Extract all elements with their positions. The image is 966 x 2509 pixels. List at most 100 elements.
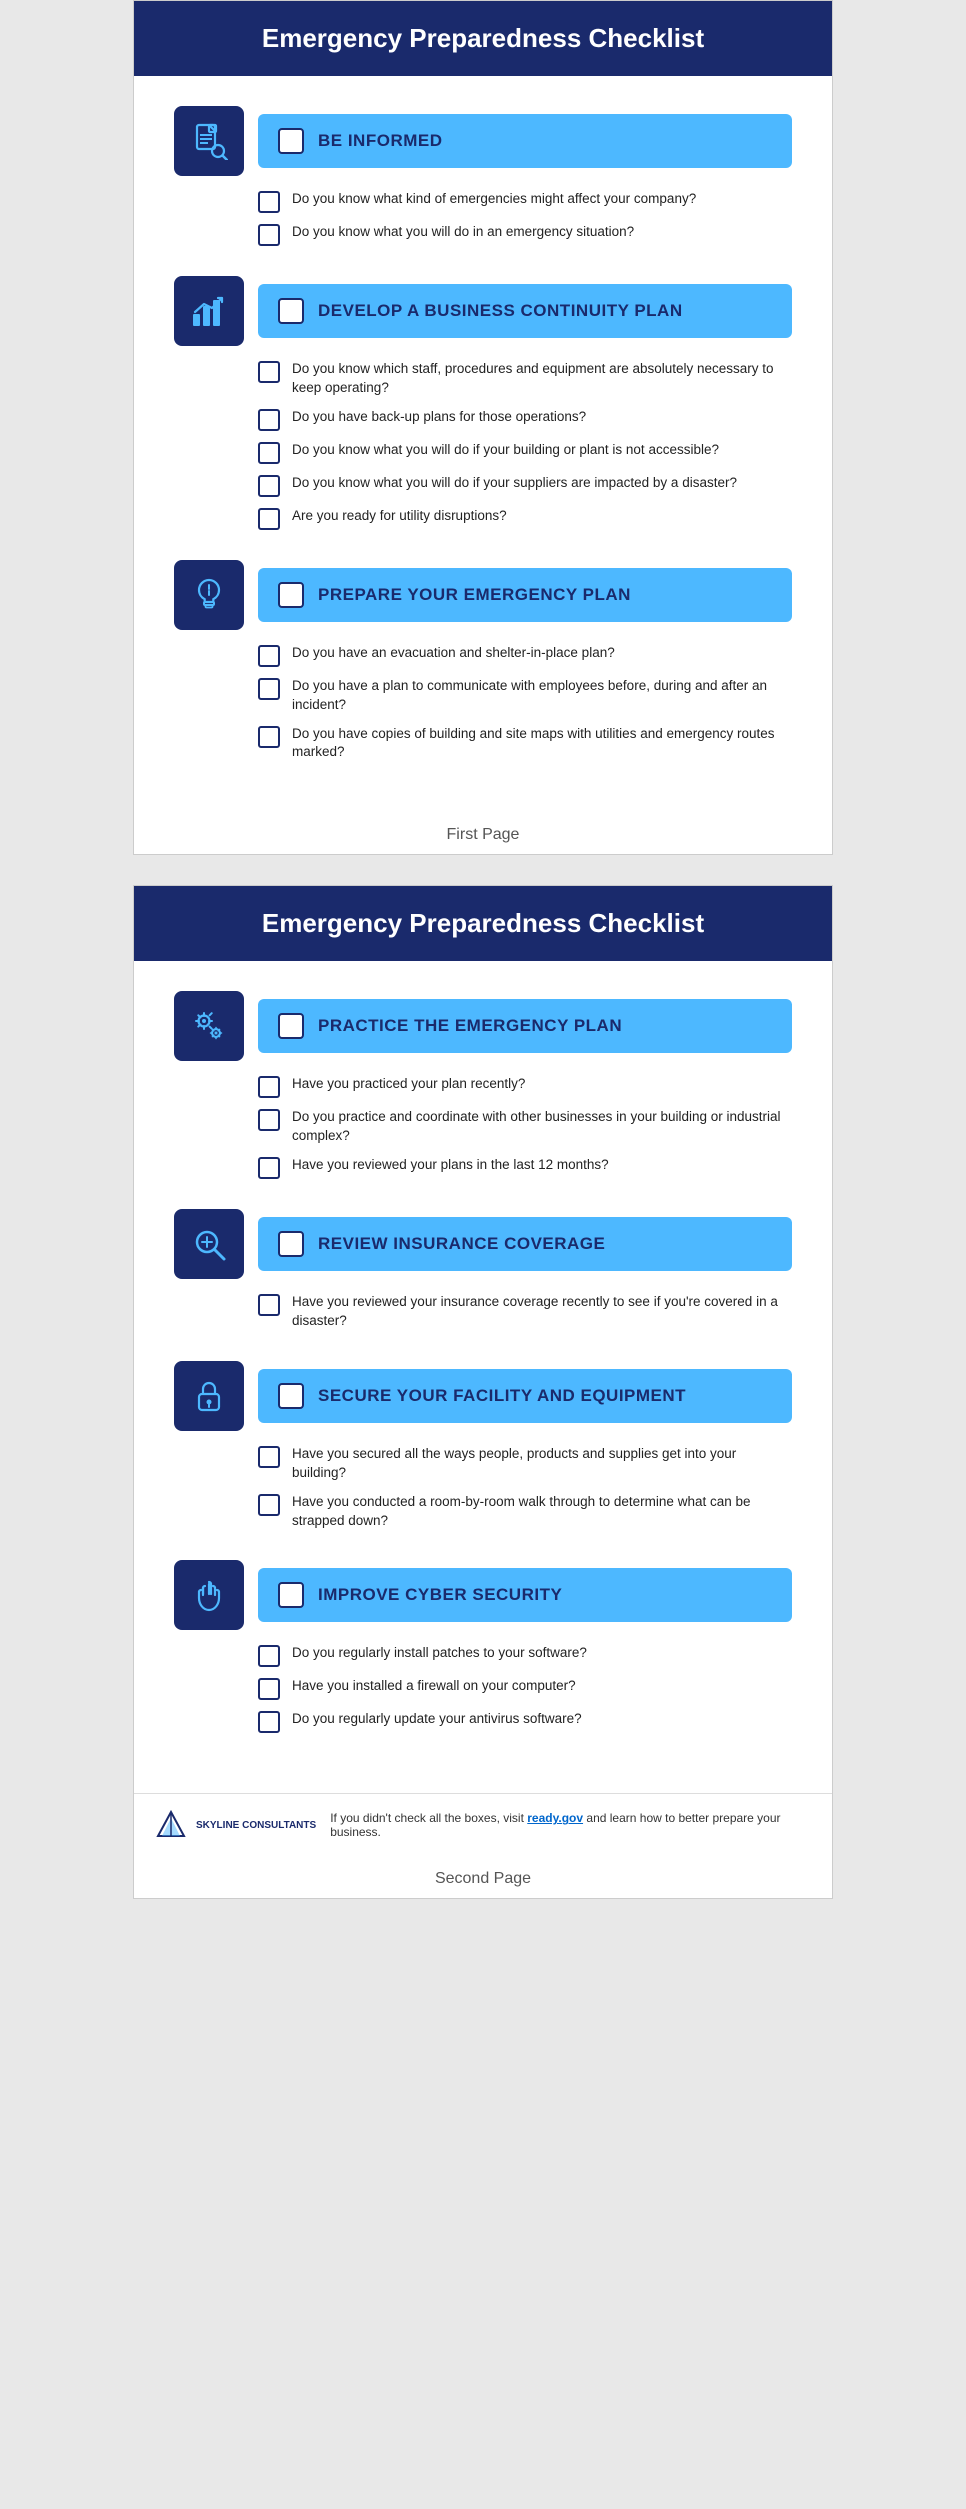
item-text: Do you regularly install patches to your…	[292, 1644, 587, 1663]
item-text: Have you reviewed your plans in the last…	[292, 1156, 609, 1175]
checklist-item: Do you have a plan to communicate with e…	[258, 677, 792, 715]
page-header: Emergency Preparedness Checklist	[134, 1, 832, 76]
footer-text: If you didn't check all the boxes, visit…	[330, 1811, 812, 1839]
page-2-header: Emergency Preparedness Checklist	[134, 886, 832, 961]
checkbox[interactable]	[258, 361, 280, 383]
title-bold: Emergency Preparedness	[262, 908, 581, 938]
footer-link[interactable]: ready.gov	[527, 1811, 583, 1825]
checkbox[interactable]	[258, 409, 280, 431]
emergency-plan-items: Do you have an evacuation and shelter-in…	[174, 644, 792, 763]
page-title: Emergency Preparedness Checklist	[164, 23, 802, 54]
facility-icon-box	[174, 1361, 244, 1431]
cyber-icon-box	[174, 1560, 244, 1630]
insurance-title: REVIEW INSURANCE COVERAGE	[318, 1234, 605, 1254]
section-facility: SECURE YOUR FACILITY AND EQUIPMENT Have …	[174, 1361, 792, 1531]
checkbox[interactable]	[258, 645, 280, 667]
item-text: Do you have back-up plans for those oper…	[292, 408, 586, 427]
footer: SKYLINE CONSULTANTS If you didn't check …	[134, 1793, 832, 1856]
item-text: Do you practice and coordinate with othe…	[292, 1108, 792, 1146]
practice-plan-title-bar: PRACTICE THE EMERGENCY PLAN	[258, 999, 792, 1053]
item-text: Do you know which staff, procedures and …	[292, 360, 792, 398]
checkbox[interactable]	[258, 1678, 280, 1700]
practice-plan-icon-box	[174, 991, 244, 1061]
be-informed-items: Do you know what kind of emergencies mig…	[174, 190, 792, 246]
page-2-title: Emergency Preparedness Checklist	[164, 908, 802, 939]
checklist-item: Have you conducted a room-by-room walk t…	[258, 1493, 792, 1531]
section-header-emergency-plan: PREPARE YOUR EMERGENCY PLAN	[174, 560, 792, 630]
section-header-be-informed: BE INFORMED	[174, 106, 792, 176]
section-be-informed: BE INFORMED Do you know what kind of eme…	[174, 106, 792, 246]
item-text: Do you know what you will do if your bui…	[292, 441, 719, 460]
cyber-main-checkbox[interactable]	[278, 1582, 304, 1608]
checklist-item: Do you regularly install patches to your…	[258, 1644, 792, 1667]
be-informed-title: BE INFORMED	[318, 131, 443, 151]
title-normal: Checklist	[581, 908, 704, 938]
business-continuity-title: DEVELOP A BUSINESS CONTINUITY PLAN	[318, 301, 683, 321]
item-text: Do you have a plan to communicate with e…	[292, 677, 792, 715]
checkbox[interactable]	[258, 442, 280, 464]
emergency-plan-title-bar: PREPARE YOUR EMERGENCY PLAN	[258, 568, 792, 622]
emergency-plan-main-checkbox[interactable]	[278, 582, 304, 608]
checklist-item: Do you know what kind of emergencies mig…	[258, 190, 792, 213]
checkbox[interactable]	[258, 475, 280, 497]
checkbox[interactable]	[258, 1109, 280, 1131]
insurance-title-bar: REVIEW INSURANCE COVERAGE	[258, 1217, 792, 1271]
item-text: Have you installed a firewall on your co…	[292, 1677, 576, 1696]
title-bold: Emergency Preparedness	[262, 23, 581, 53]
chart-icon	[190, 292, 228, 330]
section-header-business-continuity: DEVELOP A BUSINESS CONTINUITY PLAN	[174, 276, 792, 346]
checkbox[interactable]	[258, 1494, 280, 1516]
checklist-item: Have you reviewed your insurance coverag…	[258, 1293, 792, 1331]
section-insurance: REVIEW INSURANCE COVERAGE Have you revie…	[174, 1209, 792, 1331]
checklist-item: Do you practice and coordinate with othe…	[258, 1108, 792, 1146]
cyber-items: Do you regularly install patches to your…	[174, 1644, 792, 1733]
insurance-main-checkbox[interactable]	[278, 1231, 304, 1257]
be-informed-main-checkbox[interactable]	[278, 128, 304, 154]
emergency-plan-title: PREPARE YOUR EMERGENCY PLAN	[318, 585, 631, 605]
business-continuity-main-checkbox[interactable]	[278, 298, 304, 324]
bulb-icon	[190, 576, 228, 614]
cyber-title: IMPROVE CYBER SECURITY	[318, 1585, 562, 1605]
checklist-item: Do you have back-up plans for those oper…	[258, 408, 792, 431]
checkbox[interactable]	[258, 1076, 280, 1098]
checkbox[interactable]	[258, 1711, 280, 1733]
facility-title-bar: SECURE YOUR FACILITY AND EQUIPMENT	[258, 1369, 792, 1423]
gears-icon	[190, 1007, 228, 1045]
hand-icon	[190, 1576, 228, 1614]
checklist-item: Do you have copies of building and site …	[258, 725, 792, 763]
title-normal: Checklist	[581, 23, 704, 53]
skyline-logo-icon	[154, 1808, 188, 1842]
item-text: Have you conducted a room-by-room walk t…	[292, 1493, 792, 1531]
practice-plan-main-checkbox[interactable]	[278, 1013, 304, 1039]
checkbox[interactable]	[258, 191, 280, 213]
checklist-item: Are you ready for utility disruptions?	[258, 507, 792, 530]
footer-logo: SKYLINE CONSULTANTS	[154, 1808, 316, 1842]
section-header-practice-plan: PRACTICE THE EMERGENCY PLAN	[174, 991, 792, 1061]
cyber-title-bar: IMPROVE CYBER SECURITY	[258, 1568, 792, 1622]
checkbox[interactable]	[258, 1157, 280, 1179]
section-emergency-plan: PREPARE YOUR EMERGENCY PLAN Do you have …	[174, 560, 792, 763]
be-informed-title-bar: BE INFORMED	[258, 114, 792, 168]
checkbox[interactable]	[258, 224, 280, 246]
checkbox[interactable]	[258, 1294, 280, 1316]
item-text: Have you secured all the ways people, pr…	[292, 1445, 792, 1483]
checkbox[interactable]	[258, 726, 280, 748]
insurance-icon-box	[174, 1209, 244, 1279]
item-text: Do you have copies of building and site …	[292, 725, 792, 763]
checklist-item: Do you know what you will do if your sup…	[258, 474, 792, 497]
checkbox[interactable]	[258, 678, 280, 700]
item-text: Do you have an evacuation and shelter-in…	[292, 644, 615, 663]
facility-title: SECURE YOUR FACILITY AND EQUIPMENT	[318, 1386, 686, 1406]
checkbox[interactable]	[258, 508, 280, 530]
facility-main-checkbox[interactable]	[278, 1383, 304, 1409]
checklist-item: Do you know what you will do if your bui…	[258, 441, 792, 464]
page-1-label: First Page	[134, 812, 832, 854]
practice-plan-items: Have you practiced your plan recently? D…	[174, 1075, 792, 1179]
checklist-item: Have you practiced your plan recently?	[258, 1075, 792, 1098]
document-icon	[190, 122, 228, 160]
checkbox[interactable]	[258, 1446, 280, 1468]
item-text: Do you know what kind of emergencies mig…	[292, 190, 696, 209]
checkbox[interactable]	[258, 1645, 280, 1667]
page-2-label: Second Page	[134, 1856, 832, 1898]
section-business-continuity: DEVELOP A BUSINESS CONTINUITY PLAN Do yo…	[174, 276, 792, 530]
